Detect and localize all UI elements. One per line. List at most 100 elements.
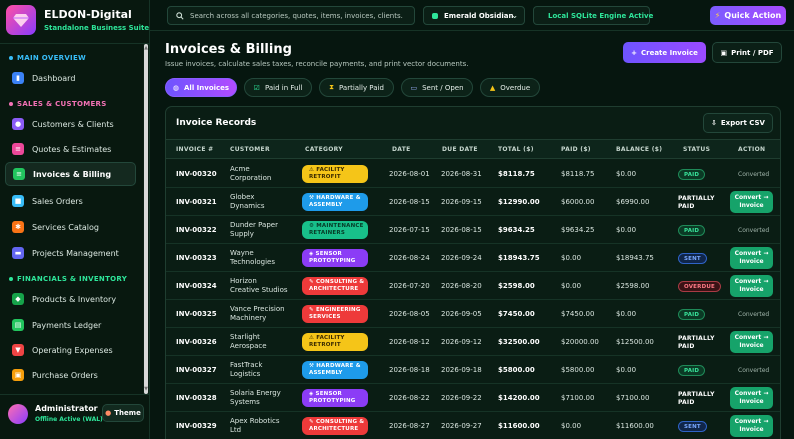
invoice-balance: $0.00 — [616, 226, 637, 234]
invoice-balance: $18943.75 — [616, 254, 654, 262]
filter-overdue[interactable]: ▲ Overdue — [480, 78, 540, 97]
table-row[interactable]: INV-00328 2026-08-22 2026-09-22 $14200.00 $7… — [166, 384, 780, 412]
sidebar-item-invoices[interactable]: ≡ Invoices & Billing — [5, 162, 136, 186]
inbox-icon: ▭ — [410, 83, 418, 92]
invoice-date: 2026-08-05 — [389, 310, 430, 318]
converted-label: Converted — [738, 227, 770, 234]
page-title: Invoices & Billing — [165, 42, 292, 57]
category-badge: ⚙ MAINTENANCE RETAINERS — [302, 221, 368, 239]
invoice-customer: Acme Corporation — [230, 165, 272, 182]
convert-to-invoice-button[interactable]: Convert → Invoice — [730, 275, 773, 297]
top-bar: Emerald Obsidian ⌄ Local SQLite Engine A… — [150, 0, 794, 31]
package-icon: ◆ — [12, 293, 24, 305]
convert-to-invoice-button[interactable]: Convert → Invoice — [730, 415, 773, 437]
search-icon — [176, 11, 184, 20]
table-row[interactable]: INV-00322 2026-07-15 2026-08-15 $9634.25 $96… — [166, 216, 780, 244]
invoice-icon: ≡ — [13, 168, 25, 180]
print-pdf-button[interactable]: ▣ Print / PDF — [712, 42, 782, 63]
sidebar-scroll-thumb[interactable] — [144, 44, 148, 394]
filter-paid-in-full[interactable]: ☑ Paid in Full — [244, 78, 312, 97]
col-paid[interactable]: PAID ($) — [561, 146, 591, 153]
sidebar-item-services[interactable]: ✱ Services Catalog — [5, 215, 136, 239]
sidebar-item-dashboard[interactable]: ▮ Dashboard — [5, 66, 136, 90]
sidebar-item-payments[interactable]: ▤ Payments Ledger — [5, 313, 136, 337]
invoice-date: 2026-08-01 — [389, 170, 430, 178]
box-icon: ■ — [12, 195, 24, 207]
convert-to-invoice-button[interactable]: Convert → Invoice — [730, 387, 773, 409]
table-row[interactable]: INV-00320 2026-08-01 2026-08-31 $8118.75 $81… — [166, 160, 780, 188]
table-row[interactable]: INV-00324 2026-07-20 2026-08-20 $2598.00 $0.… — [166, 272, 780, 300]
col-category[interactable]: CATEGORY — [305, 146, 343, 153]
sidebar-item-expenses[interactable]: ▼ Operating Expenses — [5, 338, 136, 362]
category-badge: ◈ SENSOR PROTOTYPING — [302, 249, 368, 267]
col-balance[interactable]: BALANCE ($) — [616, 146, 662, 153]
invoice-date: 2026-08-22 — [389, 394, 430, 402]
status-badge: PARTIALLY PAID — [678, 195, 715, 210]
category-label: CONSULTING & ARCHITECTURE — [309, 419, 365, 432]
convert-to-invoice-button[interactable]: Convert → Invoice — [730, 331, 773, 353]
check-icon: ☑ — [253, 83, 260, 92]
col-customer[interactable]: CUSTOMER — [230, 146, 270, 153]
status-badge: OVERDUE — [678, 281, 721, 292]
sidebar-item-projects[interactable]: ▬ Projects Management — [5, 241, 136, 265]
scroll-up-icon[interactable]: ▲ — [143, 45, 149, 51]
sidebar-item-products[interactable]: ◆ Products & Inventory — [5, 287, 136, 311]
sidebar-item-sales-orders[interactable]: ■ Sales Orders — [5, 189, 136, 213]
page-subtitle: Issue invoices, calculate sales taxes, r… — [165, 60, 469, 68]
col-total[interactable]: TOTAL ($) — [498, 146, 534, 153]
create-invoice-button[interactable]: + Create Invoice — [623, 42, 706, 63]
expense-icon: ▼ — [12, 344, 24, 356]
filter-all-invoices[interactable]: ◍ All Invoices — [165, 78, 237, 97]
invoice-id: INV-00329 — [176, 422, 217, 430]
invoice-due-date: 2026-09-12 — [441, 338, 482, 346]
sidebar-item-purchase-orders[interactable]: ▣ Purchase Orders — [5, 363, 136, 387]
user-status: Offline Active (WAL) — [35, 416, 103, 423]
theme-button[interactable]: ● Theme — [102, 404, 144, 422]
invoice-id: INV-00327 — [176, 366, 217, 374]
category-label: SENSOR PROTOTYPING — [309, 251, 356, 264]
engine-status: Local SQLite Engine Active — [533, 6, 653, 25]
sidebar-item-quotes[interactable]: ≡ Quotes & Estimates — [5, 137, 136, 161]
table-row[interactable]: INV-00325 2026-08-05 2026-09-05 $7450.00 $74… — [166, 300, 780, 328]
invoice-id: INV-00321 — [176, 198, 217, 206]
col-date[interactable]: DATE — [392, 146, 411, 153]
scroll-down-icon[interactable]: ▼ — [143, 386, 149, 392]
table-row[interactable]: INV-00327 2026-08-18 2026-09-18 $5800.00 $58… — [166, 356, 780, 384]
col-status[interactable]: STATUS — [683, 146, 710, 153]
category-label: MAINTENANCE RETAINERS — [309, 223, 364, 236]
converted-label: Converted — [738, 367, 770, 374]
invoice-total: $18943.75 — [498, 254, 540, 262]
quick-action-button[interactable]: ⚡ Quick Action — [710, 6, 786, 25]
theme-select[interactable]: Emerald Obsidian ⌄ — [423, 6, 525, 25]
invoice-due-date: 2026-08-15 — [441, 226, 482, 234]
invoice-date: 2026-08-12 — [389, 338, 430, 346]
status-badge: SENT — [678, 253, 707, 264]
invoice-balance: $0.00 — [616, 170, 637, 178]
converted-label: Converted — [738, 311, 770, 318]
sidebar-item-customers[interactable]: ● Customers & Clients — [5, 112, 136, 136]
table-row[interactable]: INV-00329 2026-08-27 2026-09-27 $11600.00 $0… — [166, 412, 780, 439]
status-badge: PARTIALLY PAID — [678, 391, 715, 406]
invoice-total: $2598.00 — [498, 282, 535, 290]
search-input[interactable] — [190, 11, 410, 20]
search-box[interactable] — [167, 6, 415, 25]
col-action[interactable]: ACTION — [738, 146, 765, 153]
col-due-date[interactable]: DUE DATE — [442, 146, 478, 153]
convert-to-invoice-button[interactable]: Convert → Invoice — [730, 191, 773, 213]
invoice-date: 2026-08-15 — [389, 198, 430, 206]
palette-icon: ● — [105, 409, 112, 417]
invoice-due-date: 2026-08-20 — [441, 282, 482, 290]
export-csv-button[interactable]: ⇩ Export CSV — [703, 113, 773, 133]
convert-to-invoice-button[interactable]: Convert → Invoice — [730, 247, 773, 269]
filter-partially-paid[interactable]: ⧗ Partially Paid — [319, 78, 394, 97]
invoice-id: INV-00320 — [176, 170, 217, 178]
table-row[interactable]: INV-00321 2026-08-15 2026-09-15 $12990.00 $6… — [166, 188, 780, 216]
col-invoice[interactable]: INVOICE # — [176, 146, 213, 153]
invoice-paid: $7100.00 — [561, 394, 595, 402]
invoice-balance: $0.00 — [616, 310, 637, 318]
table-row[interactable]: INV-00323 2026-08-24 2026-09-24 $18943.75 $0… — [166, 244, 780, 272]
avatar[interactable] — [8, 404, 28, 424]
invoice-date: 2026-08-27 — [389, 422, 430, 430]
table-row[interactable]: INV-00326 2026-08-12 2026-09-12 $32500.00 $2… — [166, 328, 780, 356]
filter-sent-open[interactable]: ▭ Sent / Open — [401, 78, 473, 97]
